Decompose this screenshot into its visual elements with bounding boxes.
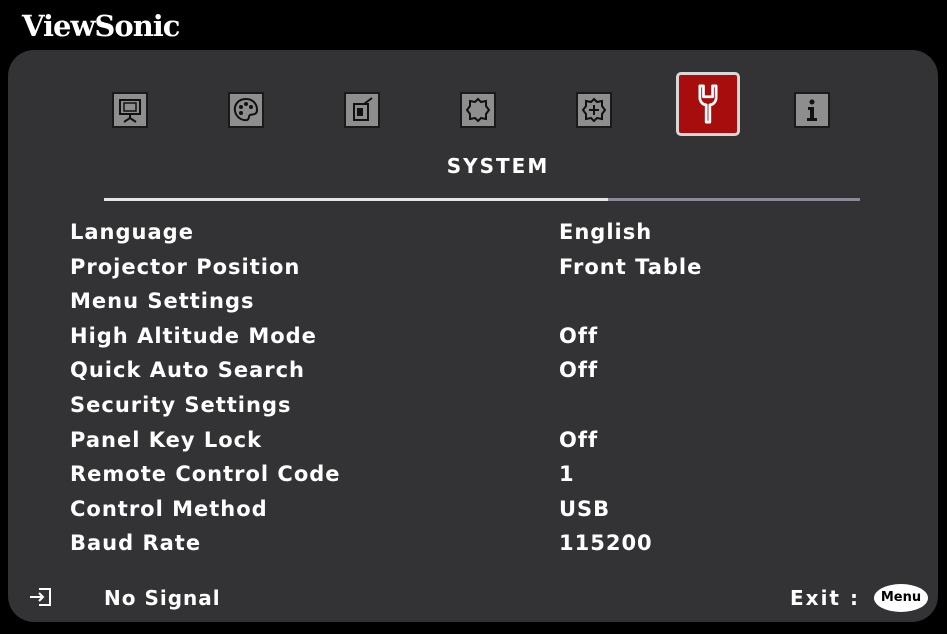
setting-row-panel-key-lock[interactable]: Panel Key Lock Off: [70, 424, 910, 459]
advanced-gear-icon: [581, 97, 607, 123]
signal-status: No Signal: [104, 586, 221, 610]
display-icon: [119, 99, 141, 123]
tab-system[interactable]: [676, 72, 740, 136]
setting-row-menu-settings[interactable]: Menu Settings: [70, 285, 910, 320]
setting-value: Off: [559, 427, 599, 452]
section-divider-track: [608, 198, 860, 201]
tab-settings[interactable]: [460, 92, 496, 128]
setting-row-security-settings[interactable]: Security Settings: [70, 389, 910, 424]
tab-input[interactable]: [344, 92, 380, 128]
status-bar: No Signal Exit : Menu: [8, 580, 938, 620]
setting-label: Language: [70, 220, 194, 244]
brand-logo: ViewSonic: [22, 9, 180, 43]
settings-gear-icon: [465, 97, 491, 123]
menu-panel: SYSTEM Language English Projector Positi…: [8, 50, 938, 622]
setting-label: Security Settings: [70, 392, 292, 417]
setting-value: Off: [559, 323, 599, 348]
setting-value: 1: [559, 462, 575, 487]
section-title: SYSTEM: [446, 154, 550, 178]
tab-picture[interactable]: [228, 92, 264, 128]
setting-row-control-method[interactable]: Control Method USB: [70, 493, 910, 528]
wrench-icon: [698, 84, 718, 124]
setting-label: High Altitude Mode: [70, 323, 317, 348]
tab-advanced[interactable]: [576, 92, 612, 128]
input-signal-icon: [30, 588, 51, 606]
setting-row-language[interactable]: Language English: [70, 216, 910, 251]
projector-osd: ViewSonic SYSTEM Language English Projec…: [0, 0, 947, 634]
setting-value: Off: [559, 358, 599, 383]
setting-row-remote-control-code[interactable]: Remote Control Code 1: [70, 458, 910, 493]
tab-display[interactable]: [112, 92, 148, 128]
palette-icon: [233, 97, 259, 122]
setting-row-quick-auto-search[interactable]: Quick Auto Search Off: [70, 354, 910, 389]
settings-list: Language English Projector Position Fron…: [70, 216, 910, 562]
setting-value: USB: [559, 496, 611, 521]
setting-label: Remote Control Code: [70, 462, 341, 487]
setting-label: Control Method: [70, 496, 268, 521]
menu-button[interactable]: Menu: [874, 584, 928, 612]
input-source-icon: [353, 97, 373, 121]
info-icon: [807, 99, 817, 121]
setting-label: Baud Rate: [70, 531, 202, 556]
setting-value: English: [559, 220, 653, 244]
exit-label: Exit :: [790, 586, 860, 610]
setting-label: Menu Settings: [70, 289, 255, 314]
setting-label: Quick Auto Search: [70, 358, 305, 383]
setting-row-projector-position[interactable]: Projector Position Front Table: [70, 251, 910, 286]
setting-label: Projector Position: [70, 254, 301, 279]
setting-label: Panel Key Lock: [70, 427, 263, 452]
setting-value: 115200: [559, 531, 653, 556]
setting-value: Front Table: [559, 254, 703, 279]
setting-row-high-altitude-mode[interactable]: High Altitude Mode Off: [70, 320, 910, 355]
setting-row-baud-rate[interactable]: Baud Rate 115200: [70, 527, 910, 562]
tab-information[interactable]: [794, 92, 830, 128]
section-divider: [104, 198, 608, 201]
menu-tabs: [8, 50, 938, 160]
